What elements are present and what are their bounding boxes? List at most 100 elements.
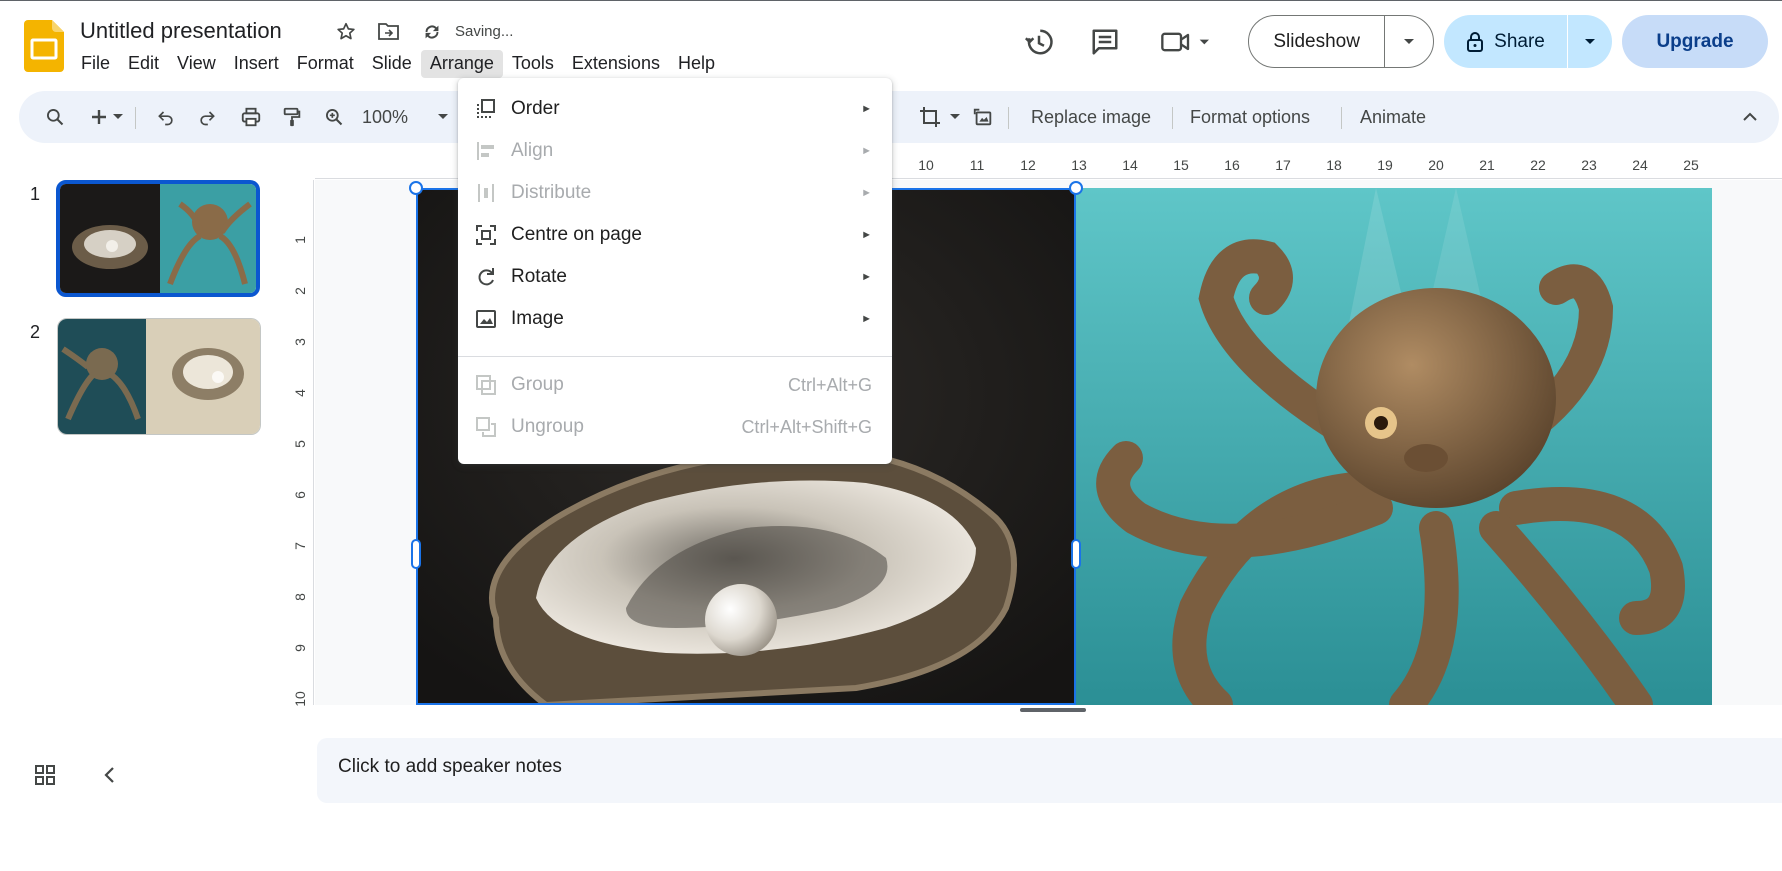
vertical-ruler[interactable]: 1 2 3 4 5 6 7 8 9 10 [288,180,314,707]
new-slide-dropdown-icon[interactable] [110,104,126,130]
ruler-tick: 25 [1683,157,1699,173]
grid-view-icon[interactable] [34,764,56,786]
reset-image-icon[interactable] [970,104,996,130]
menu-item-shortcut: Ctrl+Alt+Shift+G [741,416,872,437]
menu-bar: File Edit View Insert Format Slide Arran… [72,50,724,78]
submenu-arrow-icon: ► [861,187,872,199]
ruler-tick: 24 [1632,157,1648,173]
arrange-menu: Order ► Align ► Distribute ► Centre on p… [458,78,892,464]
menu-format[interactable]: Format [288,50,363,78]
search-menus-icon[interactable] [42,104,68,130]
menu-item-ungroup[interactable]: Ungroup Ctrl+Alt+Shift+G [458,406,892,448]
menu-item-shortcut: Ctrl+Alt+G [787,374,872,395]
resize-handle-right[interactable] [1071,539,1081,569]
move-to-folder-icon[interactable] [376,19,402,45]
menu-divider [458,356,892,357]
menu-slide[interactable]: Slide [363,50,421,78]
resize-handle-top-left[interactable] [409,181,423,195]
ruler-tick: 13 [1071,157,1087,173]
submenu-arrow-icon: ► [861,271,872,283]
ruler-tick: 6 [292,491,308,499]
group-icon [474,373,498,397]
star-icon[interactable] [333,19,359,45]
print-icon[interactable] [238,104,264,130]
ruler-tick: 12 [1020,157,1036,173]
crop-dropdown-icon[interactable] [948,104,962,130]
version-history-icon[interactable] [1021,24,1057,60]
menu-item-group[interactable]: Group Ctrl+Alt+G [458,364,892,406]
ungroup-icon [474,415,498,439]
ruler-tick: 7 [292,542,308,550]
menu-item-label: Ungroup [511,416,584,437]
collapse-filmstrip-icon[interactable] [103,766,117,784]
ruler-tick: 2 [292,287,308,295]
meet-icon[interactable] [1160,24,1216,60]
menu-item-align[interactable]: Align ► [458,130,892,172]
slideshow-button[interactable]: Slideshow [1248,15,1434,68]
distribute-icon [474,181,498,205]
animate-button[interactable]: Animate [1360,104,1426,130]
zoom-dropdown-icon[interactable] [435,104,451,130]
zoom-level[interactable]: 100% [362,104,408,130]
menu-tools[interactable]: Tools [503,50,563,78]
menu-item-label: Order [511,98,560,119]
redo-icon[interactable] [195,104,219,130]
slide-thumbnail-1[interactable] [56,180,260,297]
slides-logo-icon[interactable] [24,20,64,72]
align-icon [474,139,498,163]
slideshow-label[interactable]: Slideshow [1249,16,1386,67]
menu-extensions[interactable]: Extensions [563,50,669,78]
collapse-toolbar-icon[interactable] [1739,104,1761,130]
ruler-tick: 22 [1530,157,1546,173]
menu-item-distribute[interactable]: Distribute ► [458,172,892,214]
share-button[interactable]: Share [1444,15,1612,68]
order-icon [474,97,498,121]
saving-status: Saving... [455,23,514,40]
octopus-image[interactable] [1076,188,1712,705]
menu-edit[interactable]: Edit [119,50,168,78]
ruler-tick: 10 [918,157,934,173]
menu-item-order[interactable]: Order ► [458,88,892,130]
centre-on-page-icon [474,223,498,247]
share-dropdown-icon[interactable] [1568,15,1612,68]
sync-icon [419,19,445,45]
comments-icon[interactable] [1087,24,1123,60]
submenu-arrow-icon: ► [861,229,872,241]
slideshow-dropdown-icon[interactable] [1385,16,1433,67]
crop-icon[interactable] [916,104,944,130]
ruler-tick: 20 [1428,157,1444,173]
toolbar-divider [1172,107,1173,129]
new-slide-icon[interactable] [88,104,110,130]
ruler-tick: 15 [1173,157,1189,173]
resize-handle-top-right[interactable] [1069,181,1083,195]
resize-handle-left[interactable] [411,539,421,569]
document-title[interactable]: Untitled presentation [80,18,282,44]
upgrade-button[interactable]: Upgrade [1622,15,1768,68]
undo-icon[interactable] [154,104,178,130]
ruler-tick: 1 [292,236,308,244]
replace-image-button[interactable]: Replace image [1031,104,1151,130]
slide-thumbnail-2[interactable] [57,318,261,435]
speaker-notes[interactable]: Click to add speaker notes [317,738,1782,803]
zoom-icon[interactable] [321,104,347,130]
ruler-tick: 19 [1377,157,1393,173]
menu-item-label: Align [511,140,554,161]
toolbar: 100% Replace image Format options Animat… [19,91,1779,143]
menu-arrange[interactable]: Arrange [420,50,503,78]
share-main[interactable]: Share [1444,15,1568,68]
menu-item-centre-on-page[interactable]: Centre on page ► [458,214,892,256]
menu-item-rotate[interactable]: Rotate ► [458,256,892,298]
submenu-arrow-icon: ► [861,145,872,157]
menu-item-image[interactable]: Image ► [458,298,892,340]
menu-view[interactable]: View [168,50,225,78]
format-options-button[interactable]: Format options [1190,104,1310,130]
paint-format-icon[interactable] [279,104,305,130]
menu-insert[interactable]: Insert [225,50,288,78]
ruler-tick: 10 [292,691,308,707]
menu-file[interactable]: File [72,50,119,78]
slide-number: 2 [30,322,41,342]
menu-help[interactable]: Help [669,50,724,78]
ruler-tick: 9 [292,644,308,652]
notes-resize-handle[interactable] [1020,708,1086,712]
ruler-tick: 21 [1479,157,1495,173]
